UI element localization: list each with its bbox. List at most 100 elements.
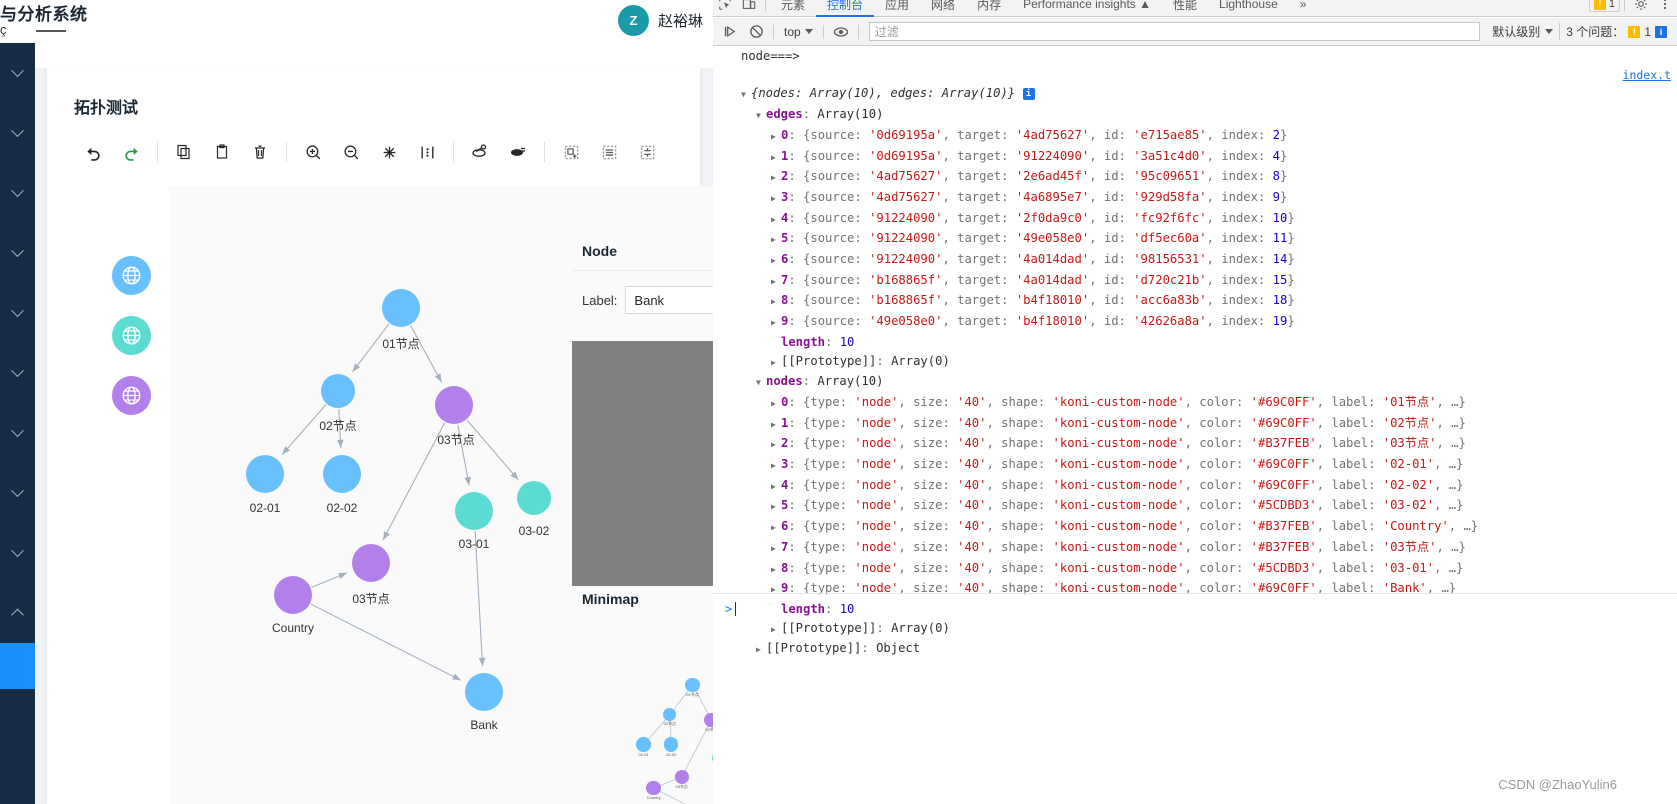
tab-console[interactable]: 控制台 [816,0,874,17]
sidebar-item-5[interactable] [0,283,35,343]
graph-node[interactable] [382,289,420,327]
graph-edge[interactable] [474,530,486,667]
issues-summary[interactable]: 3 个问题： ! 1 i [1559,23,1673,40]
toggle-multi-icon[interactable] [461,132,499,172]
console-edges-prototype[interactable]: [[Prototype]]: Array(0) [713,352,1677,373]
console-edge-row[interactable]: 8: {source: 'b168865f', target: 'b4f1801… [713,291,1677,312]
tab-performance-insights[interactable]: Performance insights ▲ [1012,0,1162,17]
console-node-row[interactable]: 2: {type: 'node', size: '40', shape: 'ko… [713,434,1677,455]
chevron-down-icon [11,483,24,497]
graph-canvas[interactable]: 01节点 02节点 03节点 02-01 02-02 03-02 Country 03节点 03… [169,186,572,804]
inspect-element-icon[interactable] [713,0,737,17]
console-output[interactable]: node===> index.t{nodes: Array(10), edges… [713,47,1677,804]
sidebar-item-4[interactable] [0,223,35,283]
graph-edge[interactable] [310,603,462,681]
graph-edge[interactable] [466,419,519,481]
sidebar-item-2[interactable] [0,103,35,163]
console-prompt[interactable]: > [713,599,1677,619]
filter-input[interactable]: 过滤 [868,22,1481,41]
sidebar-item-7[interactable] [0,403,35,463]
add-group-icon[interactable] [552,132,590,172]
live-expression-icon[interactable] [828,19,854,45]
console-edges-group[interactable]: edges: Array(10) [713,105,1677,126]
palette-node-blue[interactable] [112,256,151,295]
tab-elements[interactable]: 元素 [770,0,816,17]
tab-memory[interactable]: 内存 [966,0,1012,17]
console-edge-row[interactable]: 4: {source: '91224090', target: '2f0da9c… [713,209,1677,230]
paste-icon[interactable] [203,132,241,172]
collapse-icon[interactable] [628,132,666,172]
console-edge-row[interactable]: 0: {source: '0d69195a', target: '4ad7562… [713,126,1677,147]
console-node-row[interactable]: 8: {type: 'node', size: '40', shape: 'ko… [713,559,1677,580]
label-input[interactable] [625,286,713,314]
sidebar-item-3[interactable] [0,163,35,223]
log-level-selector[interactable]: 默认级别 [1486,23,1559,40]
ungroup-icon[interactable] [590,132,628,172]
sidebar-item-active[interactable] [0,643,35,689]
tab-application[interactable]: 应用 [874,0,920,17]
console-object-root[interactable]: {nodes: Array(10), edges: Array(10)} i [713,84,1677,105]
graph-node[interactable] [435,386,473,424]
tab-more-icon[interactable]: » [1289,0,1318,17]
console-node-row[interactable]: 4: {type: 'node', size: '40', shape: 'ko… [713,476,1677,497]
sidebar-item-10[interactable] [0,583,35,643]
delete-icon[interactable] [241,132,279,172]
tab-network[interactable]: 网络 [920,0,966,17]
zoom-in-icon[interactable] [294,132,332,172]
fit-view-icon[interactable] [370,132,408,172]
graph-node[interactable] [323,455,361,493]
console-edge-row[interactable]: 5: {source: '91224090', target: '49e058e… [713,229,1677,250]
zoom-out-icon[interactable] [332,132,370,172]
console-edge-row[interactable]: 9: {source: '49e058e0', target: 'b4f1801… [713,312,1677,333]
graph-node[interactable] [321,374,355,408]
console-edge-row[interactable]: 1: {source: '0d69195a', target: '9122409… [713,147,1677,168]
console-nodes-group[interactable]: nodes: Array(10) [713,372,1677,393]
user-menu[interactable]: Z 赵裕琳 [617,0,703,40]
console-node-row[interactable]: 1: {type: 'node', size: '40', shape: 'ko… [713,414,1677,435]
undo-icon[interactable] [74,132,112,172]
copy-icon[interactable] [165,132,203,172]
console-log-line: node===> index.t [713,47,1677,84]
tab-lighthouse[interactable]: Lighthouse [1208,0,1289,17]
tab-performance[interactable]: 性能 [1162,0,1208,17]
graph-node[interactable] [352,544,390,582]
console-node-row[interactable]: 3: {type: 'node', size: '40', shape: 'ko… [713,455,1677,476]
console-root-prototype[interactable]: [[Prototype]]: Object [713,639,1677,660]
toggle-lasso-icon[interactable] [499,132,537,172]
gear-icon[interactable] [1629,0,1653,17]
console-edge-row[interactable]: 7: {source: 'b168865f', target: '4a014da… [713,271,1677,292]
sidebar-item-6[interactable] [0,343,35,403]
palette-node-purple[interactable] [112,376,151,415]
graph-node[interactable] [517,481,551,515]
more-options-icon[interactable] [1653,0,1677,17]
actual-size-icon[interactable] [408,132,446,172]
context-selector[interactable]: top [778,25,819,39]
console-source-link[interactable]: index.t [1623,66,1671,85]
toolbar-separator-4 [544,142,545,162]
execute-snippet-icon[interactable] [717,19,743,45]
graph-node[interactable] [246,455,284,493]
sidebar-item-9[interactable] [0,523,35,583]
redo-icon[interactable] [112,132,150,172]
console-node-row[interactable]: 9: {type: 'node', size: '40', shape: 'ko… [713,579,1677,600]
clear-console-icon[interactable] [743,19,769,45]
palette-node-teal[interactable] [112,316,151,355]
minimap[interactable]: 01节点02节点03节点02-0102-0203-02Country03节点03… [594,616,713,804]
console-node-row[interactable]: 0: {type: 'node', size: '40', shape: 'ko… [713,393,1677,414]
issues-badge[interactable]: ! 1 [1588,0,1620,12]
device-toolbar-icon[interactable] [737,0,761,17]
console-edge-row[interactable]: 3: {source: '4ad75627', target: '4a6895e… [713,188,1677,209]
graph-node[interactable] [455,492,493,530]
console-edge-row[interactable]: 6: {source: '91224090', target: '4a014da… [713,250,1677,271]
minimap-node-label: 02节点 [663,721,677,727]
sidebar-item-8[interactable] [0,463,35,523]
console-nodes-prototype[interactable]: [[Prototype]]: Array(0) [713,619,1677,640]
console-node-row[interactable]: 7: {type: 'node', size: '40', shape: 'ko… [713,538,1677,559]
graph-node[interactable] [274,576,312,614]
graph-node[interactable] [465,673,503,711]
sidebar-item-1[interactable] [0,43,35,103]
console-node-row[interactable]: 6: {type: 'node', size: '40', shape: 'ko… [713,517,1677,538]
console-edge-row[interactable]: 2: {source: '4ad75627', target: '2e6ad45… [713,167,1677,188]
console-node-row[interactable]: 5: {type: 'node', size: '40', shape: 'ko… [713,496,1677,517]
graph-edge[interactable] [311,572,348,588]
